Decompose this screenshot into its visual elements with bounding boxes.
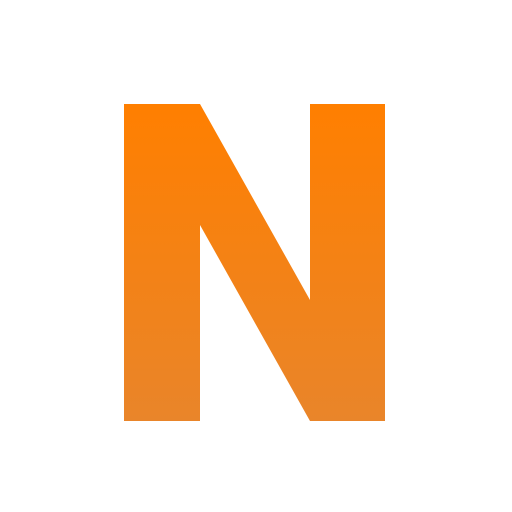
n-letter-shape [124,104,385,421]
app-icon-canvas [0,0,512,512]
n-logo-icon [124,104,385,421]
